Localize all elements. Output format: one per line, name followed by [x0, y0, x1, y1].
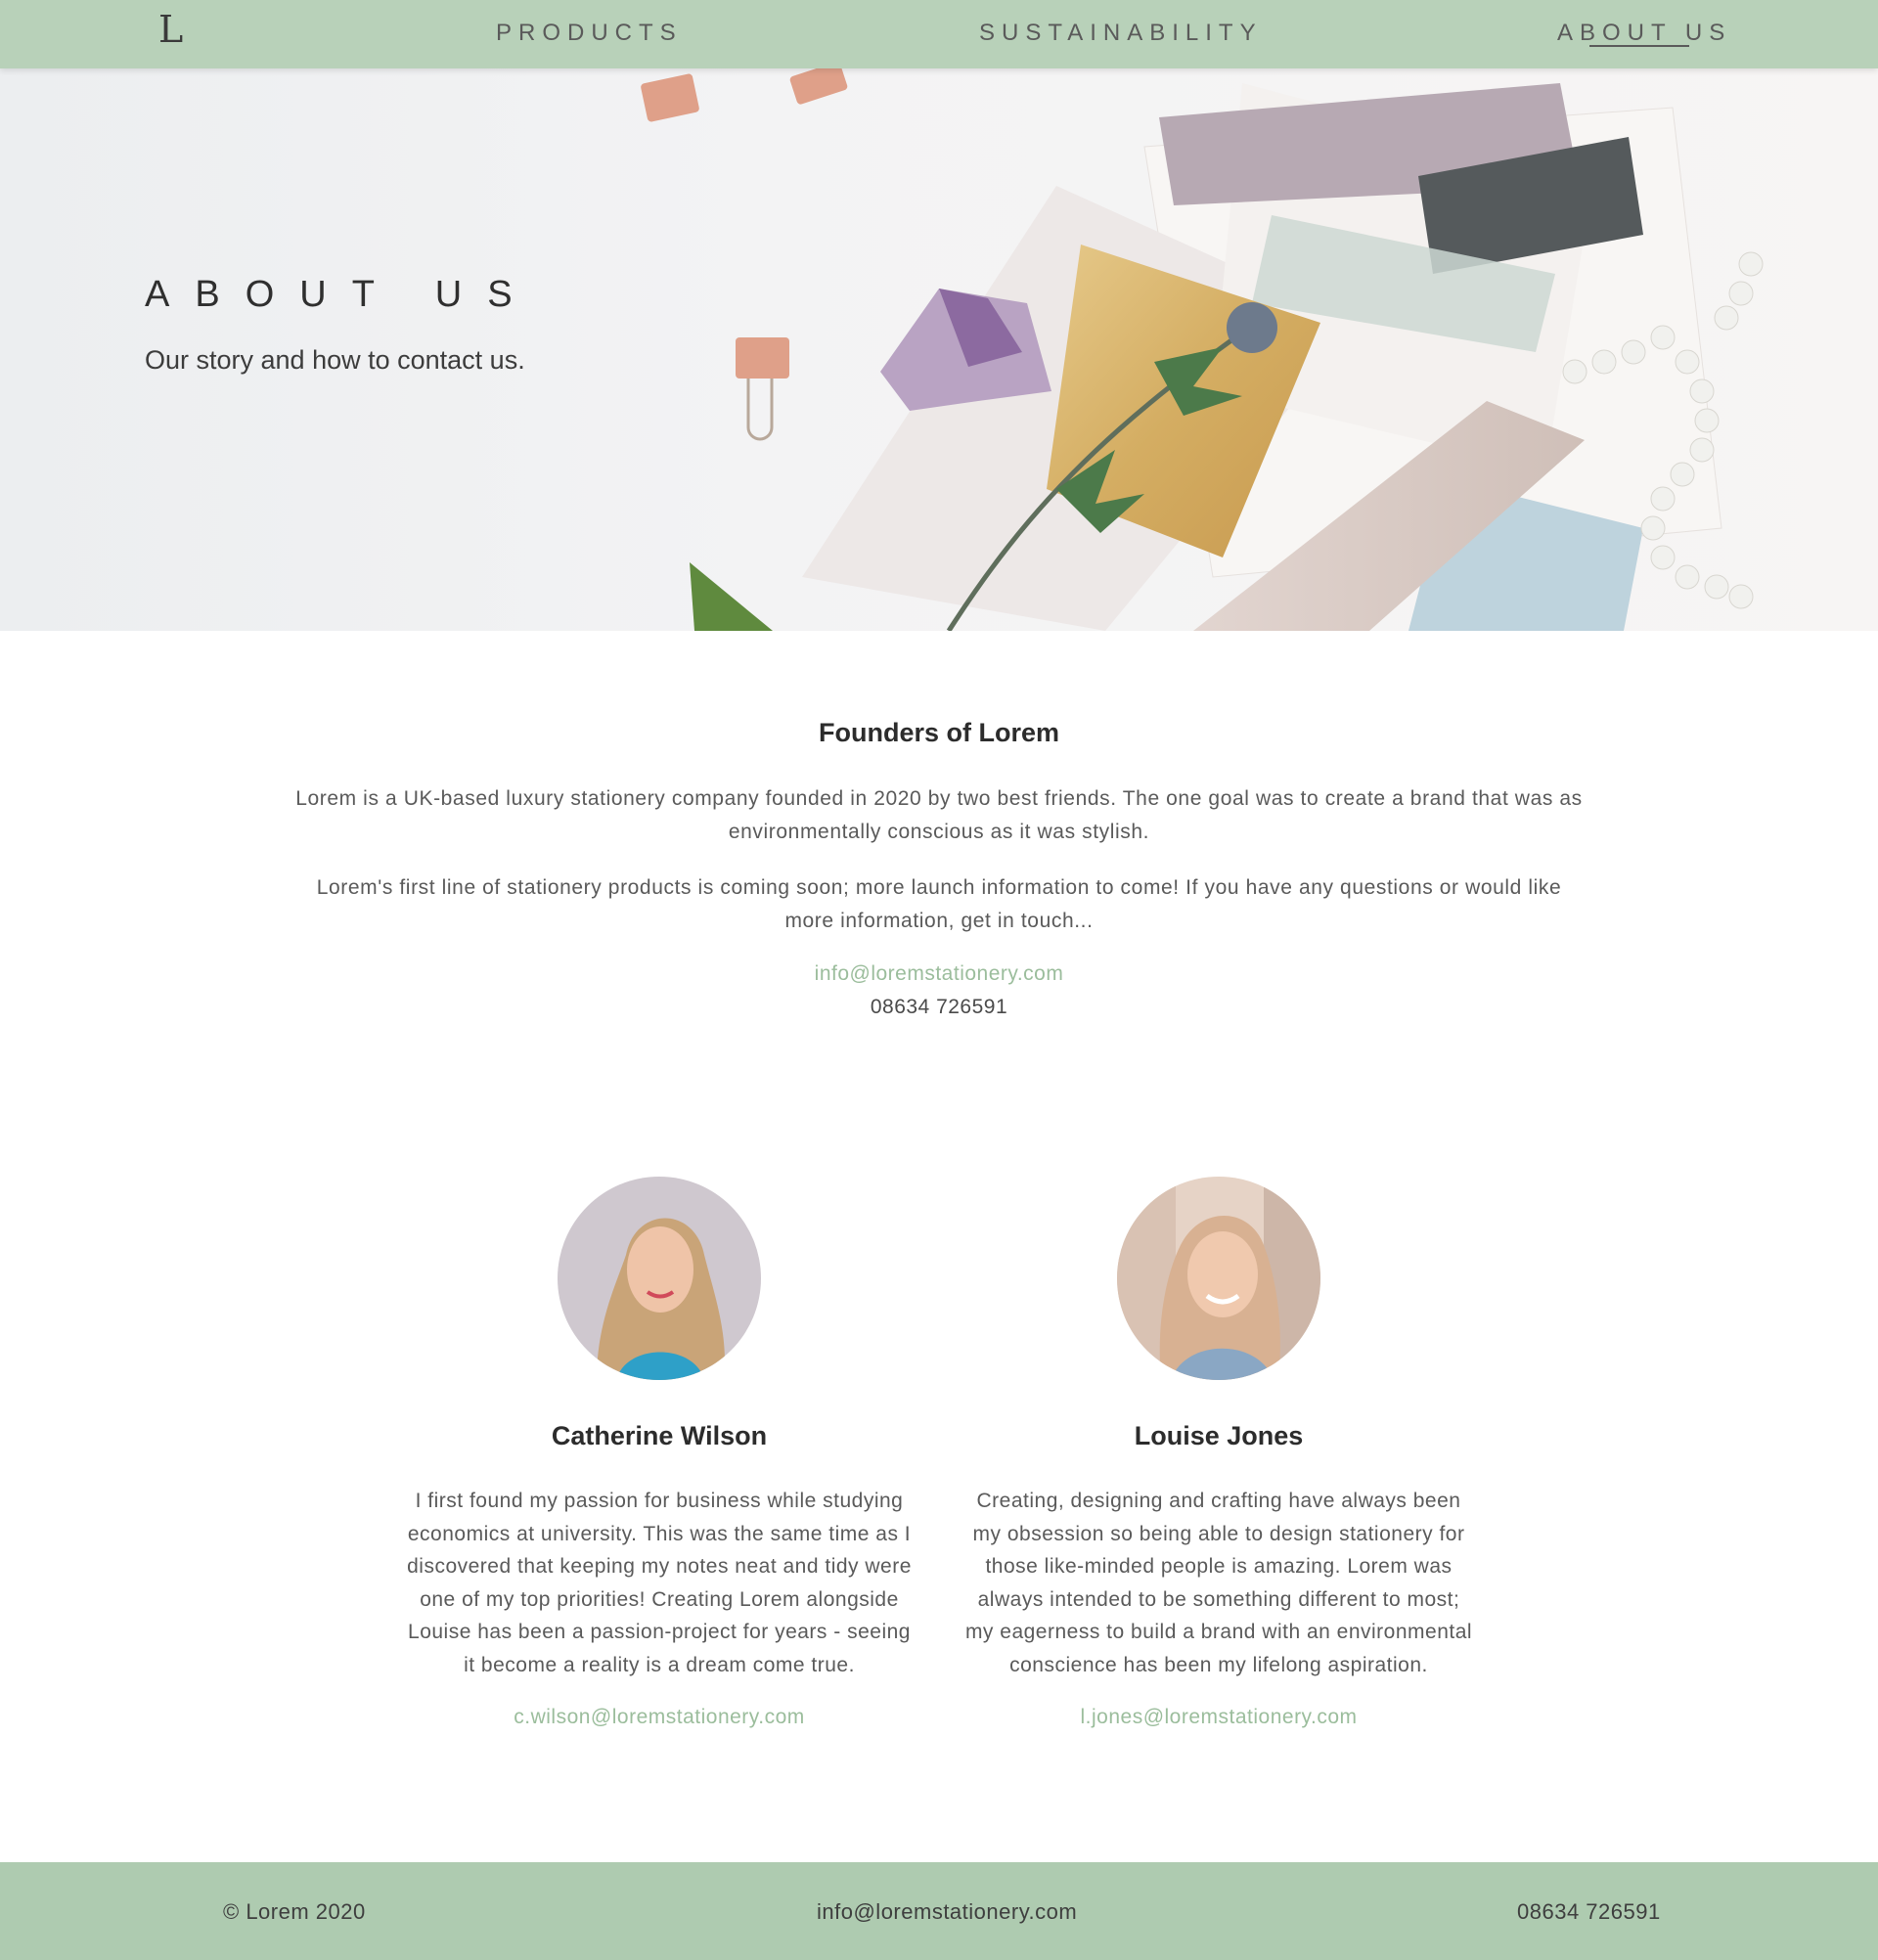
founder-bio: I first found my passion for business wh… — [407, 1490, 912, 1676]
founder-name: Louise Jones — [1134, 1421, 1304, 1450]
active-nav-underline — [1589, 45, 1689, 47]
louise-photo — [1117, 1177, 1320, 1380]
founder-card-catherine: Catherine Wilson I first found my passio… — [400, 1177, 918, 1729]
founders-heading: Founders of Lorem — [818, 718, 1059, 747]
contact-email-link[interactable]: info@loremstationery.com — [0, 962, 1878, 986]
founder-bio: Creating, designing and crafting have al… — [964, 1490, 1473, 1676]
founders-paragraph-2: Lorem's first line of stationery product… — [316, 876, 1562, 932]
logo-link[interactable]: L — [158, 8, 183, 51]
nav-item-products[interactable]: PRODUCTS — [496, 20, 683, 47]
hero-subtitle: Our story and how to contact us. — [145, 345, 525, 375]
site-footer: © Lorem 2020 info@loremstationery.com 08… — [0, 1862, 1878, 1960]
founder-name: Catherine Wilson — [551, 1421, 768, 1450]
avatar — [1117, 1177, 1320, 1380]
hero-title: ABOUT US — [145, 274, 538, 315]
founder-email-link[interactable]: c.wilson@loremstationery.com — [400, 1706, 918, 1729]
top-nav: L PRODUCTS SUSTAINABILITY ABOUT US — [0, 0, 1878, 68]
founders-paragraph-1: Lorem is a UK-based luxury stationery co… — [295, 787, 1583, 843]
nav-item-sustainability[interactable]: SUSTAINABILITY — [979, 20, 1263, 47]
contact-phone: 08634 726591 — [870, 996, 1008, 1018]
footer-phone: 08634 726591 — [1517, 1899, 1661, 1924]
catherine-photo — [558, 1177, 761, 1380]
founder-card-louise: Louise Jones Creating, designing and cra… — [960, 1177, 1478, 1729]
footer-copyright: © Lorem 2020 — [223, 1899, 366, 1924]
founder-email-link[interactable]: l.jones@loremstationery.com — [960, 1706, 1478, 1729]
footer-email-link[interactable]: info@loremstationery.com — [817, 1899, 1077, 1925]
hero-banner: ABOUT US Our story and how to contact us… — [0, 68, 1878, 631]
avatar — [558, 1177, 761, 1380]
nav-item-about-us[interactable]: ABOUT US — [1557, 20, 1731, 47]
